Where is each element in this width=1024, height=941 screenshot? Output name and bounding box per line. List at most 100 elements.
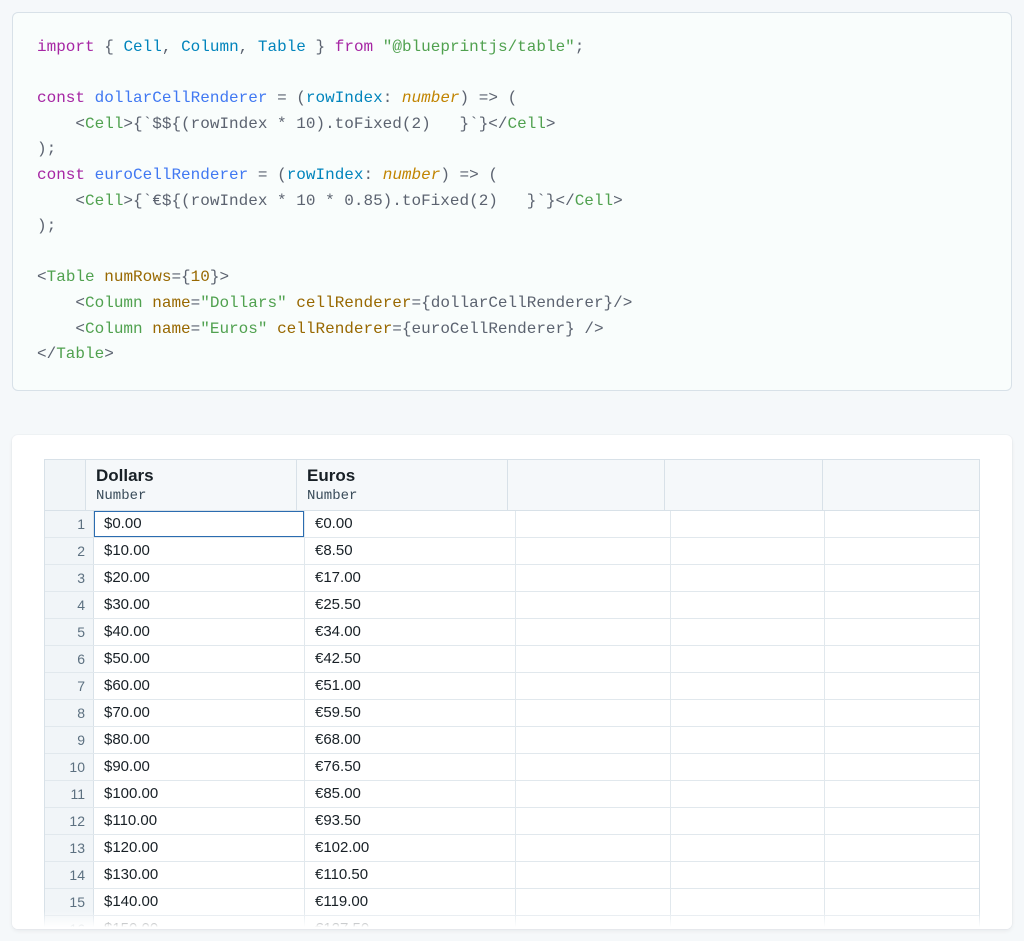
cell-dollars[interactable]: $70.00: [94, 700, 305, 726]
cell-dollars[interactable]: $60.00: [94, 673, 305, 699]
cell-euros[interactable]: €85.00: [305, 781, 516, 807]
cell-empty[interactable]: [671, 754, 826, 780]
cell-empty[interactable]: [671, 592, 826, 618]
row-header[interactable]: 15: [45, 889, 94, 915]
cell-dollars[interactable]: $120.00: [94, 835, 305, 861]
row-header[interactable]: 3: [45, 565, 94, 591]
row-header[interactable]: 6: [45, 646, 94, 672]
col-head-empty[interactable]: [823, 460, 979, 510]
col-head-empty[interactable]: [665, 460, 822, 510]
cell-empty[interactable]: [671, 673, 826, 699]
cell-empty[interactable]: [516, 646, 671, 672]
cell-euros[interactable]: €119.00: [305, 889, 516, 915]
row-header[interactable]: 13: [45, 835, 94, 861]
row-header[interactable]: 5: [45, 619, 94, 645]
cell-empty[interactable]: [825, 727, 979, 753]
row-header[interactable]: 4: [45, 592, 94, 618]
cell-euros[interactable]: €17.00: [305, 565, 516, 591]
row-header[interactable]: 12: [45, 808, 94, 834]
cell-empty[interactable]: [516, 916, 671, 929]
cell-empty[interactable]: [825, 673, 979, 699]
cell-empty[interactable]: [671, 835, 826, 861]
cell-euros[interactable]: €93.50: [305, 808, 516, 834]
cell-euros[interactable]: €42.50: [305, 646, 516, 672]
cell-empty[interactable]: [825, 916, 979, 929]
cell-dollars[interactable]: $90.00: [94, 754, 305, 780]
cell-euros[interactable]: €127.50: [305, 916, 516, 929]
cell-euros[interactable]: €8.50: [305, 538, 516, 564]
cell-empty[interactable]: [516, 511, 671, 537]
row-header[interactable]: 1: [45, 511, 94, 537]
cell-empty[interactable]: [516, 565, 671, 591]
col-head-dollars[interactable]: Dollars Number: [86, 460, 297, 510]
cell-empty[interactable]: [516, 619, 671, 645]
row-header[interactable]: 11: [45, 781, 94, 807]
cell-empty[interactable]: [671, 916, 826, 929]
cell-empty[interactable]: [516, 538, 671, 564]
cell-empty[interactable]: [516, 673, 671, 699]
cell-empty[interactable]: [516, 835, 671, 861]
cell-empty[interactable]: [825, 646, 979, 672]
cell-empty[interactable]: [516, 727, 671, 753]
cell-empty[interactable]: [825, 565, 979, 591]
cell-euros[interactable]: €110.50: [305, 862, 516, 888]
cell-empty[interactable]: [671, 862, 826, 888]
cell-empty[interactable]: [671, 511, 826, 537]
cell-dollars[interactable]: $0.00: [94, 511, 305, 537]
row-header[interactable]: 8: [45, 700, 94, 726]
cell-euros[interactable]: €0.00: [305, 511, 516, 537]
cell-empty[interactable]: [516, 889, 671, 915]
cell-empty[interactable]: [516, 781, 671, 807]
table-corner[interactable]: [45, 460, 86, 510]
cell-dollars[interactable]: $40.00: [94, 619, 305, 645]
cell-dollars[interactable]: $150.00: [94, 916, 305, 929]
cell-euros[interactable]: €59.50: [305, 700, 516, 726]
cell-empty[interactable]: [825, 754, 979, 780]
data-table[interactable]: Dollars Number Euros Number 1$0.00€0.00 2…: [44, 459, 980, 929]
row-header[interactable]: 14: [45, 862, 94, 888]
cell-dollars[interactable]: $10.00: [94, 538, 305, 564]
row-header[interactable]: 10: [45, 754, 94, 780]
cell-euros[interactable]: €51.00: [305, 673, 516, 699]
cell-empty[interactable]: [671, 781, 826, 807]
cell-empty[interactable]: [671, 538, 826, 564]
cell-dollars[interactable]: $50.00: [94, 646, 305, 672]
cell-empty[interactable]: [516, 700, 671, 726]
cell-empty[interactable]: [671, 619, 826, 645]
col-head-empty[interactable]: [508, 460, 665, 510]
cell-empty[interactable]: [671, 889, 826, 915]
cell-empty[interactable]: [671, 808, 826, 834]
cell-empty[interactable]: [671, 700, 826, 726]
cell-empty[interactable]: [516, 754, 671, 780]
cell-empty[interactable]: [825, 781, 979, 807]
cell-empty[interactable]: [825, 889, 979, 915]
cell-empty[interactable]: [671, 565, 826, 591]
cell-empty[interactable]: [671, 646, 826, 672]
cell-empty[interactable]: [516, 862, 671, 888]
cell-empty[interactable]: [825, 538, 979, 564]
cell-dollars[interactable]: $140.00: [94, 889, 305, 915]
cell-empty[interactable]: [825, 619, 979, 645]
cell-empty[interactable]: [825, 700, 979, 726]
cell-empty[interactable]: [825, 835, 979, 861]
cell-euros[interactable]: €25.50: [305, 592, 516, 618]
cell-dollars[interactable]: $30.00: [94, 592, 305, 618]
cell-euros[interactable]: €68.00: [305, 727, 516, 753]
col-head-euros[interactable]: Euros Number: [297, 460, 508, 510]
cell-empty[interactable]: [825, 808, 979, 834]
cell-empty[interactable]: [516, 592, 671, 618]
cell-dollars[interactable]: $80.00: [94, 727, 305, 753]
cell-euros[interactable]: €76.50: [305, 754, 516, 780]
cell-empty[interactable]: [825, 862, 979, 888]
row-header[interactable]: 16: [45, 916, 94, 929]
cell-dollars[interactable]: $130.00: [94, 862, 305, 888]
row-header[interactable]: 2: [45, 538, 94, 564]
row-header[interactable]: 7: [45, 673, 94, 699]
row-header[interactable]: 9: [45, 727, 94, 753]
cell-dollars[interactable]: $110.00: [94, 808, 305, 834]
cell-empty[interactable]: [671, 727, 826, 753]
cell-dollars[interactable]: $20.00: [94, 565, 305, 591]
cell-empty[interactable]: [516, 808, 671, 834]
cell-euros[interactable]: €34.00: [305, 619, 516, 645]
cell-empty[interactable]: [825, 511, 979, 537]
